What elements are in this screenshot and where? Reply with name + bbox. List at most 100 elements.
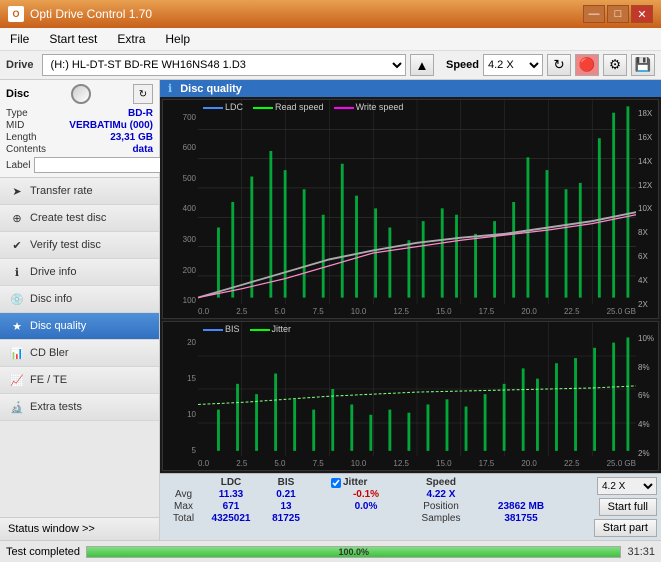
upper-chart-legend: LDC Read speed Write speed xyxy=(203,102,403,112)
disc-length-val: 23,31 GB xyxy=(110,132,153,143)
menu-bar: File Start test Extra Help xyxy=(0,28,661,51)
progress-text: 100.0% xyxy=(87,547,620,557)
lower-chart-svg xyxy=(198,322,636,456)
disc-label-input[interactable] xyxy=(34,157,172,173)
disc-label-key: Label xyxy=(6,160,30,171)
drive-select[interactable]: (H:) HL-DT-ST BD-RE WH16NS48 1.D3 xyxy=(42,54,406,76)
disc-refresh-button[interactable]: ↻ xyxy=(133,84,153,104)
avg-speed: 4.22 X xyxy=(401,489,481,500)
drive-eject-button[interactable]: ▲ xyxy=(410,54,434,76)
nav-disc-info[interactable]: 💿 Disc info xyxy=(0,286,159,313)
disc-contents-val: data xyxy=(132,144,153,155)
lower-x-axis: 0.02.55.07.510.0 12.515.017.520.022.525.… xyxy=(198,456,636,470)
menu-extra[interactable]: Extra xyxy=(111,30,151,48)
cd-bler-icon: 📊 xyxy=(10,346,24,360)
position-label: Position xyxy=(401,501,481,512)
main-layout: Disc ↻ Type BD-R MID VERBATIMu (000) Len… xyxy=(0,80,661,540)
fe-te-icon: 📈 xyxy=(10,373,24,387)
stats-jitter-header: Jitter xyxy=(331,477,401,488)
status-window-label: Status window >> xyxy=(8,523,95,535)
speed-label: Speed xyxy=(446,59,479,71)
nav-verify-test-disc[interactable]: ✔ Verify test disc xyxy=(0,232,159,259)
menu-help[interactable]: Help xyxy=(159,30,196,48)
start-full-button[interactable]: Start full xyxy=(599,498,657,516)
nav-extra-tests[interactable]: 🔬 Extra tests xyxy=(0,394,159,421)
nav-drive-info[interactable]: ℹ Drive info xyxy=(0,259,159,286)
disc-panel: Disc ↻ Type BD-R MID VERBATIMu (000) Len… xyxy=(0,80,159,178)
nav-fe-te[interactable]: 📈 FE / TE xyxy=(0,367,159,394)
lower-y-axis-left: 20 15 10 5 xyxy=(163,322,198,470)
drive-settings-button[interactable]: ⚙ xyxy=(603,54,627,76)
avg-jitter: -0.1% xyxy=(331,489,401,500)
drive-label: Drive xyxy=(6,59,34,71)
upper-y-axis-left: 700 600 500 400 300 200 100 xyxy=(163,100,198,318)
content-area: ℹ Disc quality LDC Read speed Write spee… xyxy=(160,80,661,540)
menu-file[interactable]: File xyxy=(4,30,35,48)
speed-select[interactable]: 4.2 X xyxy=(483,54,543,76)
charts-container: LDC Read speed Write speed 700 600 500 4… xyxy=(160,97,661,473)
nav-fe-te-label: FE / TE xyxy=(30,374,67,386)
drive-info-button[interactable]: 🔴 xyxy=(575,54,599,76)
title-bar: O Opti Drive Control 1.70 — □ ✕ xyxy=(0,0,661,28)
menu-start-test[interactable]: Start test xyxy=(43,30,103,48)
minimize-button[interactable]: — xyxy=(583,5,605,23)
legend-jitter: Jitter xyxy=(272,324,292,334)
avg-label: Avg xyxy=(166,489,201,500)
stats-ldc-header: LDC xyxy=(201,477,261,488)
nav-transfer-rate-label: Transfer rate xyxy=(30,185,93,197)
total-label: Total xyxy=(166,513,201,524)
close-button[interactable]: ✕ xyxy=(631,5,653,23)
position-val: 23862 MB xyxy=(481,501,561,512)
chart-speed-select[interactable]: 4.2 X xyxy=(597,477,657,495)
drive-save-button[interactable]: 💾 xyxy=(631,54,655,76)
max-jitter: 0.0% xyxy=(331,501,401,512)
disc-panel-title: Disc xyxy=(6,88,29,100)
upper-chart-svg xyxy=(198,100,636,304)
nav-extra-tests-label: Extra tests xyxy=(30,401,82,413)
nav-drive-info-label: Drive info xyxy=(30,266,76,278)
stats-speed-header: Speed xyxy=(401,477,481,488)
nav-verify-test-disc-label: Verify test disc xyxy=(30,239,101,251)
upper-y-axis-right: 18X 16X 14X 12X 10X 8X 6X 4X 2X xyxy=(636,100,658,318)
sidebar: Disc ↻ Type BD-R MID VERBATIMu (000) Len… xyxy=(0,80,160,540)
disc-info-icon: 💿 xyxy=(10,292,24,306)
jitter-checkbox[interactable] xyxy=(331,478,341,488)
start-part-button[interactable]: Start part xyxy=(594,519,657,537)
lower-chart: BIS Jitter 20 15 10 5 10% 8% 6% xyxy=(162,321,659,471)
disc-contents-key: Contents xyxy=(6,144,46,155)
avg-bis: 0.21 xyxy=(261,489,311,500)
disc-quality-icon: ★ xyxy=(10,319,24,333)
nav-create-test-disc[interactable]: ⊕ Create test disc xyxy=(0,205,159,232)
max-bis: 13 xyxy=(261,501,311,512)
verify-test-disc-icon: ✔ xyxy=(10,238,24,252)
speed-refresh-button[interactable]: ↻ xyxy=(547,54,571,76)
time-text: 31:31 xyxy=(627,546,655,558)
nav-disc-info-label: Disc info xyxy=(30,293,72,305)
chart-header: ℹ Disc quality xyxy=(160,80,661,97)
upper-x-axis: 0.02.55.07.510.0 12.515.017.520.022.525.… xyxy=(198,304,636,318)
transfer-rate-icon: ➤ xyxy=(10,184,24,198)
title-bar-title: Opti Drive Control 1.70 xyxy=(30,7,583,21)
samples-val: 381755 xyxy=(481,513,561,524)
nav-cd-bler-label: CD Bler xyxy=(30,347,69,359)
legend-read-speed: Read speed xyxy=(275,102,324,112)
disc-icon xyxy=(71,84,91,104)
title-bar-controls: — □ ✕ xyxy=(583,5,653,23)
nav-disc-quality[interactable]: ★ Disc quality xyxy=(0,313,159,340)
disc-mid-key: MID xyxy=(6,120,24,131)
status-window[interactable]: Status window >> xyxy=(0,517,159,540)
stats-right: 4.2 X Start full Start part xyxy=(567,477,657,537)
total-ldc: 4325021 xyxy=(201,513,261,524)
nav-create-test-disc-label: Create test disc xyxy=(30,212,106,224)
stats-bis-header: BIS xyxy=(261,477,311,488)
nav-cd-bler[interactable]: 📊 CD Bler xyxy=(0,340,159,367)
samples-label: Samples xyxy=(401,513,481,524)
chart-header-icon: ℹ xyxy=(168,82,172,95)
legend-write-speed: Write speed xyxy=(356,102,404,112)
chart-panel: ℹ Disc quality LDC Read speed Write spee… xyxy=(160,80,661,540)
lower-chart-legend: BIS Jitter xyxy=(203,324,291,334)
nav-transfer-rate[interactable]: ➤ Transfer rate xyxy=(0,178,159,205)
chart-title: Disc quality xyxy=(180,83,242,95)
lower-y-axis-right: 10% 8% 6% 4% 2% xyxy=(636,322,658,470)
maximize-button[interactable]: □ xyxy=(607,5,629,23)
